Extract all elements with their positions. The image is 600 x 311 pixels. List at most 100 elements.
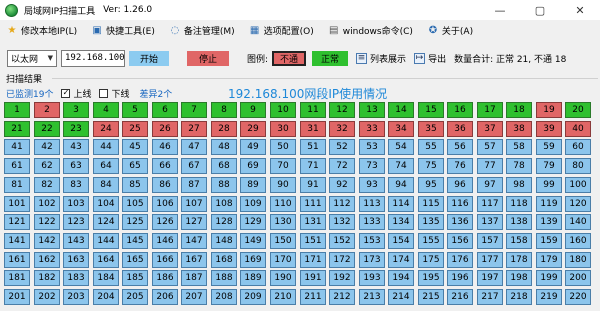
ip-cell-220[interactable]: 220 — [565, 289, 591, 305]
ip-cell-8[interactable]: 8 — [211, 102, 237, 118]
ip-cell-61[interactable]: 61 — [4, 158, 30, 174]
menu-windows-commands[interactable]: ▤ windows命令(C) — [328, 24, 413, 37]
list-view-button[interactable]: ≡ 列表展示 — [356, 52, 406, 65]
ip-cell-68[interactable]: 68 — [211, 158, 237, 174]
ip-cell-12[interactable]: 12 — [329, 102, 355, 118]
ip-cell-5[interactable]: 5 — [122, 102, 148, 118]
ip-cell-203[interactable]: 203 — [63, 289, 89, 305]
ip-cell-137[interactable]: 137 — [477, 214, 503, 230]
ip-cell-163[interactable]: 163 — [63, 252, 89, 268]
ip-cell-200[interactable]: 200 — [565, 270, 591, 286]
menu-modify-local-ip[interactable]: ★ 修改本地IP(L) — [6, 24, 78, 37]
ip-cell-78[interactable]: 78 — [506, 158, 532, 174]
ip-cell-134[interactable]: 134 — [388, 214, 414, 230]
ip-cell-74[interactable]: 74 — [388, 158, 414, 174]
ip-cell-80[interactable]: 80 — [565, 158, 591, 174]
ip-cell-177[interactable]: 177 — [477, 252, 503, 268]
ip-cell-64[interactable]: 64 — [93, 158, 119, 174]
ip-cell-42[interactable]: 42 — [34, 139, 60, 155]
ip-cell-219[interactable]: 219 — [536, 289, 562, 305]
ip-cell-138[interactable]: 138 — [506, 214, 532, 230]
ip-cell-18[interactable]: 18 — [506, 102, 532, 118]
ip-cell-122[interactable]: 122 — [34, 214, 60, 230]
ip-cell-52[interactable]: 52 — [329, 139, 355, 155]
offline-checkbox[interactable]: 下线 — [99, 87, 129, 100]
ip-cell-32[interactable]: 32 — [329, 121, 355, 137]
ip-cell-11[interactable]: 11 — [300, 102, 326, 118]
ip-cell-160[interactable]: 160 — [565, 233, 591, 249]
ip-cell-146[interactable]: 146 — [152, 233, 178, 249]
ip-cell-176[interactable]: 176 — [447, 252, 473, 268]
ip-cell-97[interactable]: 97 — [477, 177, 503, 193]
ip-cell-121[interactable]: 121 — [4, 214, 30, 230]
ip-cell-166[interactable]: 166 — [152, 252, 178, 268]
menu-options[interactable]: ▦ 选项配置(O) — [249, 24, 314, 37]
ip-cell-145[interactable]: 145 — [122, 233, 148, 249]
menu-notes[interactable]: ◌ 备注管理(M) — [169, 24, 234, 37]
ip-cell-194[interactable]: 194 — [388, 270, 414, 286]
ip-cell-33[interactable]: 33 — [359, 121, 385, 137]
ip-cell-196[interactable]: 196 — [447, 270, 473, 286]
ip-cell-156[interactable]: 156 — [447, 233, 473, 249]
ip-cell-217[interactable]: 217 — [477, 289, 503, 305]
ip-cell-153[interactable]: 153 — [359, 233, 385, 249]
ip-cell-101[interactable]: 101 — [4, 196, 30, 212]
ip-cell-182[interactable]: 182 — [34, 270, 60, 286]
ip-cell-211[interactable]: 211 — [300, 289, 326, 305]
diff-count[interactable]: 差异2个 — [139, 87, 172, 100]
ip-cell-69[interactable]: 69 — [240, 158, 266, 174]
ip-cell-192[interactable]: 192 — [329, 270, 355, 286]
ip-cell-197[interactable]: 197 — [477, 270, 503, 286]
menu-quick-tools[interactable]: ▣ 快捷工具(E) — [91, 24, 154, 37]
ip-cell-51[interactable]: 51 — [300, 139, 326, 155]
ip-cell-31[interactable]: 31 — [300, 121, 326, 137]
ip-cell-135[interactable]: 135 — [418, 214, 444, 230]
ip-cell-172[interactable]: 172 — [329, 252, 355, 268]
stop-button[interactable]: 停止 — [187, 50, 229, 66]
ip-cell-70[interactable]: 70 — [270, 158, 296, 174]
minimize-button[interactable]: — — [480, 0, 520, 20]
ip-cell-114[interactable]: 114 — [388, 196, 414, 212]
ip-cell-169[interactable]: 169 — [240, 252, 266, 268]
ip-cell-20[interactable]: 20 — [565, 102, 591, 118]
close-button[interactable]: ✕ — [560, 0, 600, 20]
ip-cell-37[interactable]: 37 — [477, 121, 503, 137]
ip-cell-180[interactable]: 180 — [565, 252, 591, 268]
ip-cell-106[interactable]: 106 — [152, 196, 178, 212]
ip-cell-59[interactable]: 59 — [536, 139, 562, 155]
online-checkbox[interactable]: ✓ 上线 — [61, 87, 91, 100]
ip-cell-159[interactable]: 159 — [536, 233, 562, 249]
ip-cell-195[interactable]: 195 — [418, 270, 444, 286]
ip-cell-75[interactable]: 75 — [418, 158, 444, 174]
ip-cell-93[interactable]: 93 — [359, 177, 385, 193]
ip-cell-113[interactable]: 113 — [359, 196, 385, 212]
ip-cell-10[interactable]: 10 — [270, 102, 296, 118]
ip-cell-50[interactable]: 50 — [270, 139, 296, 155]
ip-cell-109[interactable]: 109 — [240, 196, 266, 212]
ip-cell-99[interactable]: 99 — [536, 177, 562, 193]
ip-cell-71[interactable]: 71 — [300, 158, 326, 174]
ip-cell-29[interactable]: 29 — [240, 121, 266, 137]
ip-cell-124[interactable]: 124 — [93, 214, 119, 230]
ip-cell-79[interactable]: 79 — [536, 158, 562, 174]
ip-cell-15[interactable]: 15 — [418, 102, 444, 118]
ip-cell-110[interactable]: 110 — [270, 196, 296, 212]
ip-cell-17[interactable]: 17 — [477, 102, 503, 118]
ip-cell-103[interactable]: 103 — [63, 196, 89, 212]
ip-cell-126[interactable]: 126 — [152, 214, 178, 230]
ip-cell-133[interactable]: 133 — [359, 214, 385, 230]
ip-cell-199[interactable]: 199 — [536, 270, 562, 286]
ip-cell-125[interactable]: 125 — [122, 214, 148, 230]
ip-cell-72[interactable]: 72 — [329, 158, 355, 174]
ip-cell-173[interactable]: 173 — [359, 252, 385, 268]
ip-cell-142[interactable]: 142 — [34, 233, 60, 249]
ip-cell-184[interactable]: 184 — [93, 270, 119, 286]
ip-cell-105[interactable]: 105 — [122, 196, 148, 212]
ip-cell-44[interactable]: 44 — [93, 139, 119, 155]
ip-cell-183[interactable]: 183 — [63, 270, 89, 286]
ip-cell-144[interactable]: 144 — [93, 233, 119, 249]
ip-cell-6[interactable]: 6 — [152, 102, 178, 118]
ip-cell-129[interactable]: 129 — [240, 214, 266, 230]
ip-cell-108[interactable]: 108 — [211, 196, 237, 212]
ip-cell-54[interactable]: 54 — [388, 139, 414, 155]
